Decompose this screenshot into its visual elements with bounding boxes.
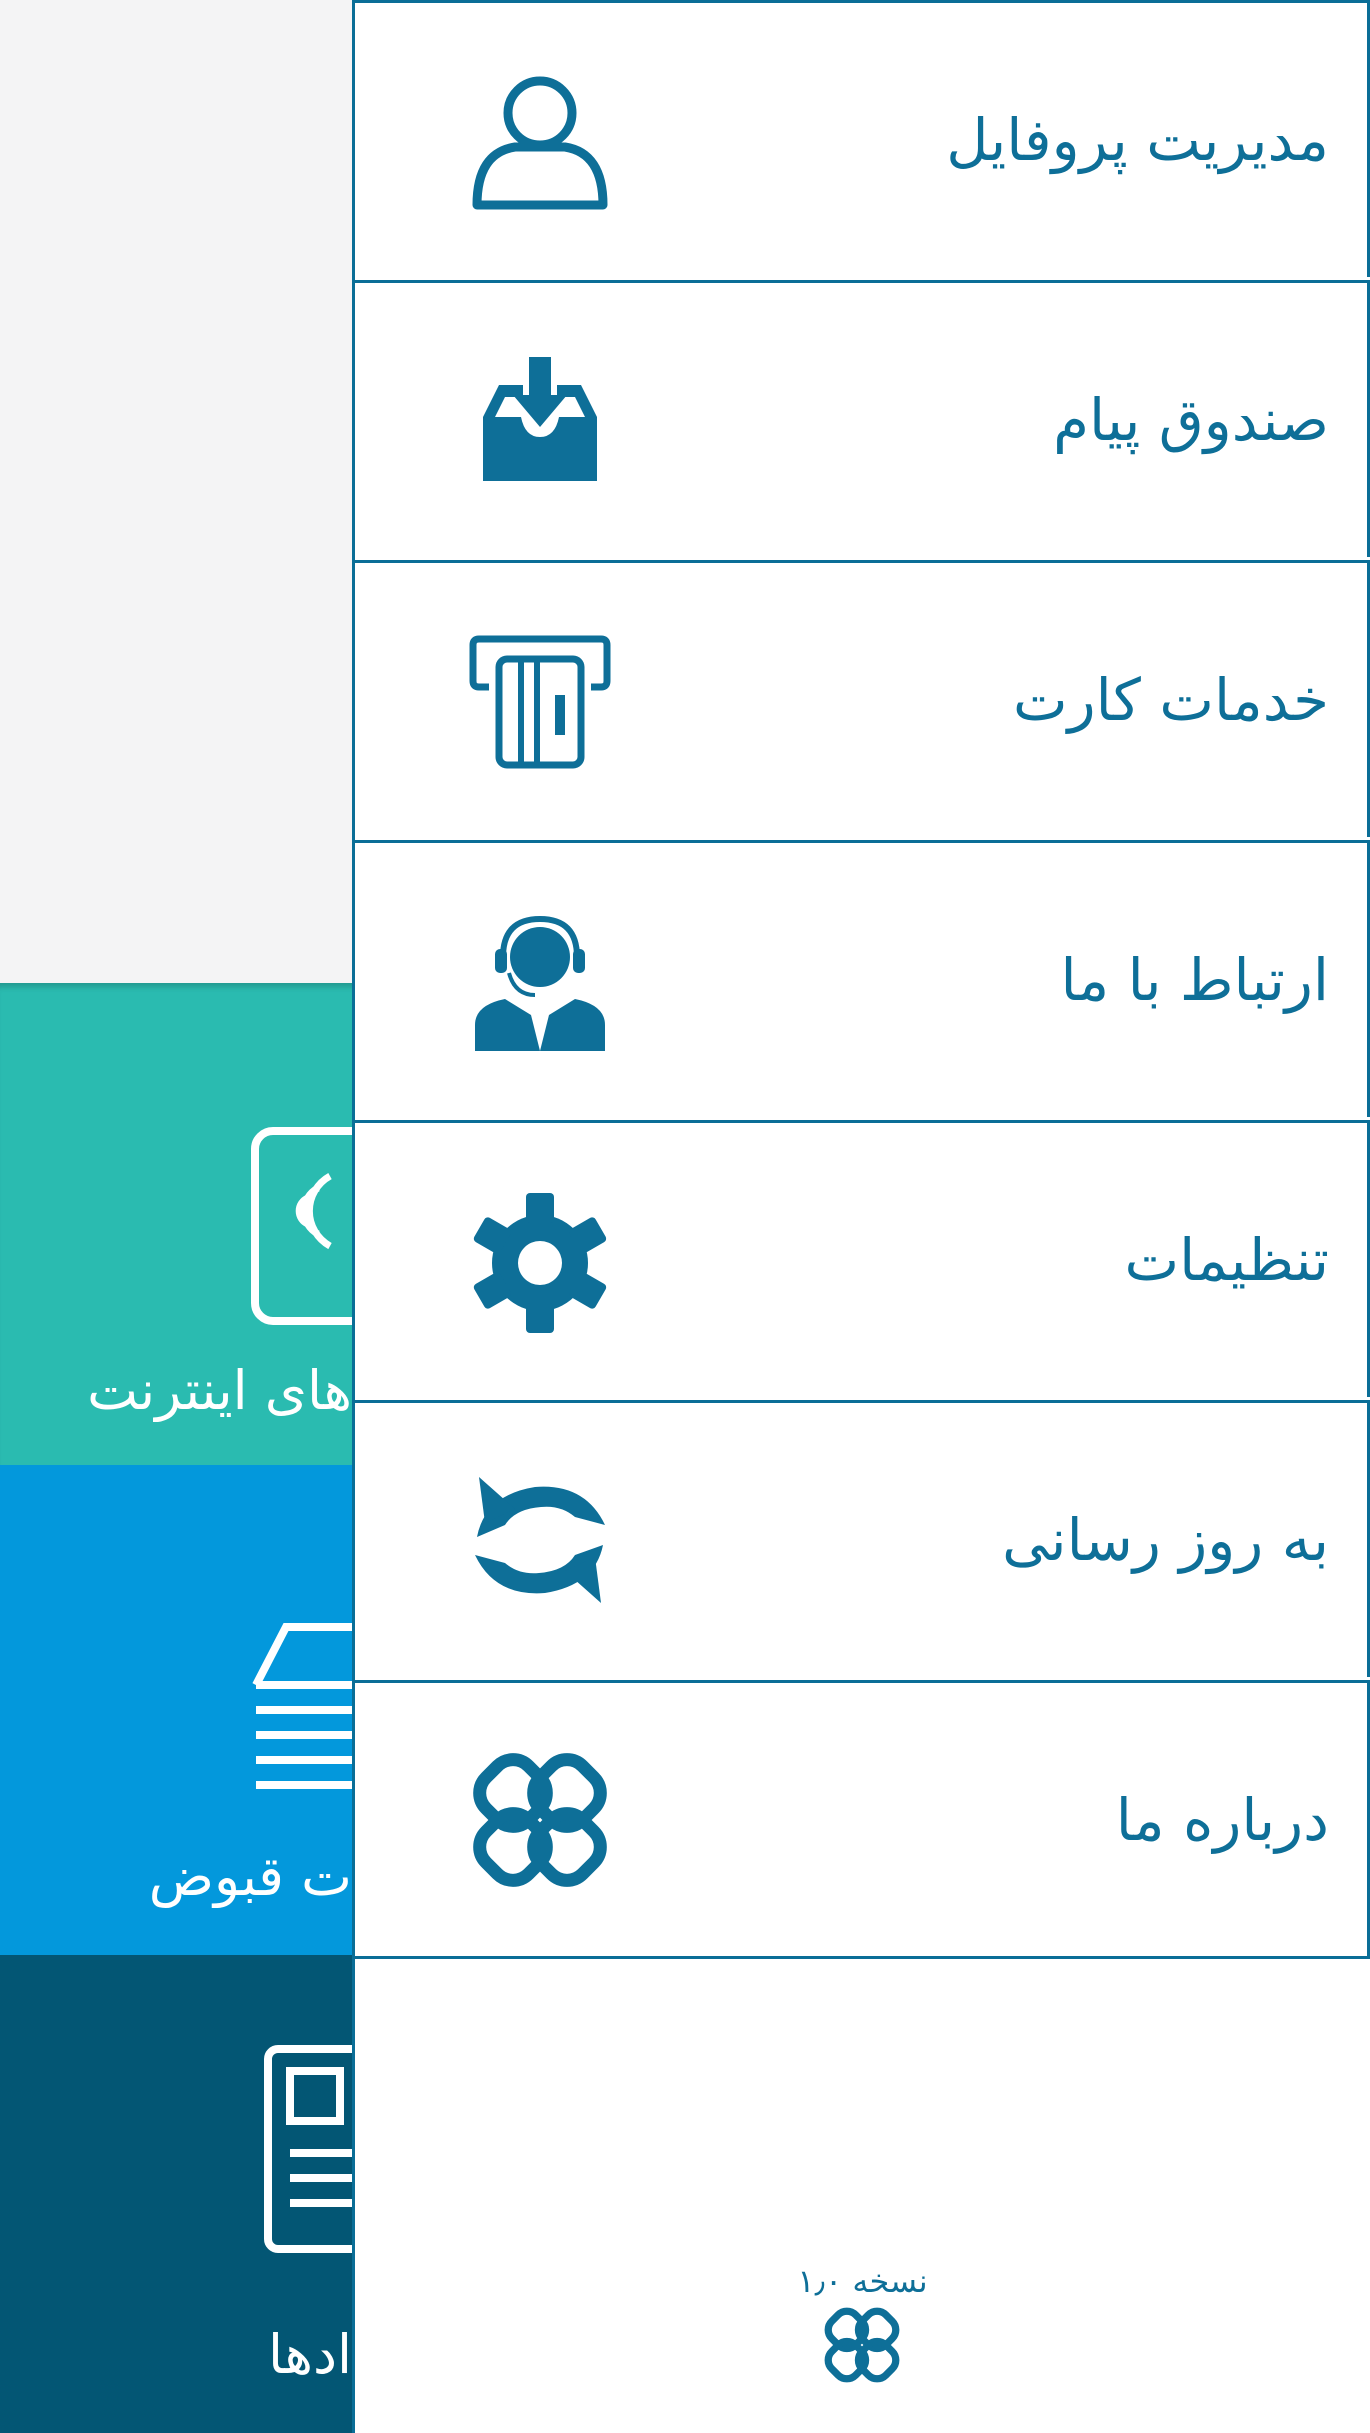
menu-item-about-us[interactable]: درباره ما xyxy=(355,1680,1370,1957)
menu-divider xyxy=(355,1956,1370,1959)
document-icon xyxy=(262,2043,412,2257)
gear-icon xyxy=(465,1185,615,1335)
app-logo-icon xyxy=(820,2303,904,2387)
menu-item-settings[interactable]: تنظیمات xyxy=(355,1120,1370,1397)
app-version-label: نسخه ۱٫۰ xyxy=(797,2262,928,2300)
menu-label-settings: تنظیمات xyxy=(1124,1226,1329,1294)
bill-receipt-icon xyxy=(248,1605,358,1809)
menu-label-inbox: صندوق پیام xyxy=(1053,386,1329,454)
menu-label-update: به روز رسانی xyxy=(1002,1506,1329,1574)
tile-bills-label: ت قبوض xyxy=(148,1845,352,1908)
refresh-icon xyxy=(465,1465,615,1615)
menu-label-card-services: خدمات کارت xyxy=(1013,666,1329,734)
tile-contracts-label: ادها xyxy=(268,2323,352,2386)
atm-card-icon xyxy=(465,625,615,775)
menu-item-contact-us[interactable]: ارتباط با ما xyxy=(355,840,1370,1117)
menu-label-profile: مدیریت پروفایل xyxy=(946,106,1329,174)
tile-internet-label: های اینترنت xyxy=(87,1359,352,1422)
menu-item-update[interactable]: به روز رسانی xyxy=(355,1400,1370,1677)
link-logo-icon xyxy=(465,1745,615,1895)
menu-item-profile[interactable]: مدیریت پروفایل xyxy=(355,0,1370,277)
menu-item-inbox[interactable]: صندوق پیام xyxy=(355,280,1370,557)
navigation-drawer: مدیریت پروفایل صندوق پیام خدمات کارت ارت… xyxy=(352,0,1370,2433)
menu-label-contact-us: ارتباط با ما xyxy=(1060,946,1329,1014)
contactless-card-icon xyxy=(250,1126,399,1330)
menu-label-about-us: درباره ما xyxy=(1115,1786,1329,1854)
user-icon xyxy=(465,65,615,215)
inbox-download-icon xyxy=(465,345,615,495)
menu-item-card-services[interactable]: خدمات کارت xyxy=(355,560,1370,837)
support-agent-icon xyxy=(465,905,615,1055)
